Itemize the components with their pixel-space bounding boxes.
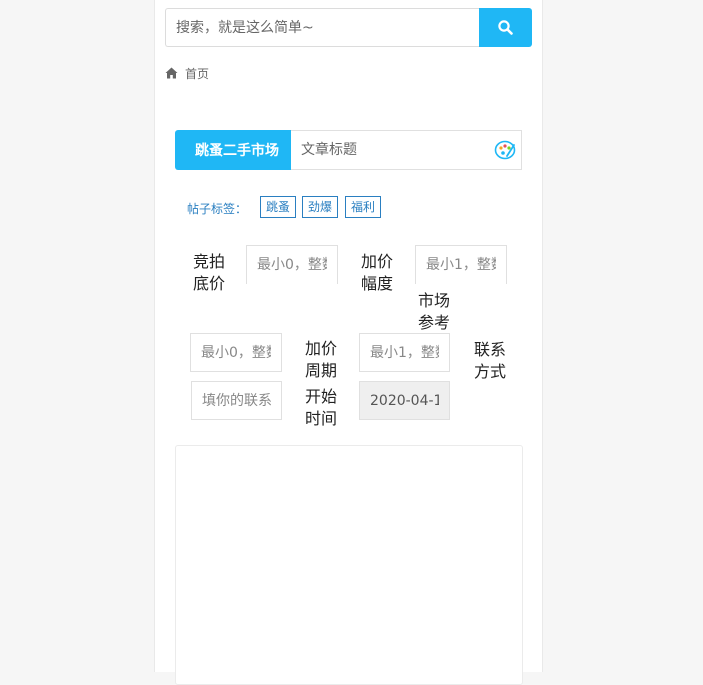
- market-ref-input[interactable]: [190, 333, 282, 372]
- content-editor[interactable]: [175, 445, 523, 685]
- increment-label: 加价幅度: [361, 252, 394, 293]
- increment-input[interactable]: [415, 245, 507, 284]
- period-input[interactable]: [359, 333, 450, 372]
- tags-label: 帖子标签：: [187, 202, 248, 216]
- palette-icon[interactable]: [494, 140, 516, 160]
- breadcrumb: 首页: [165, 64, 209, 82]
- start-time-label: 开始时间: [305, 387, 338, 428]
- start-time-input[interactable]: [359, 381, 450, 420]
- contact-label: 联系方式: [474, 340, 507, 381]
- period-label: 加价周期: [305, 339, 338, 380]
- contact-input[interactable]: [191, 381, 282, 420]
- search-button[interactable]: [479, 8, 532, 47]
- home-icon: [165, 67, 178, 79]
- start-price-input[interactable]: [246, 245, 338, 284]
- tag-item[interactable]: 跳蚤: [260, 196, 297, 218]
- market-ref-label: 市场参考: [418, 291, 451, 332]
- category-button[interactable]: 跳蚤二手市场: [175, 130, 291, 170]
- tag-item[interactable]: 劲爆: [302, 196, 339, 218]
- breadcrumb-home-link[interactable]: 首页: [185, 65, 209, 82]
- post-title-input[interactable]: [291, 130, 522, 170]
- tag-item[interactable]: 福利: [345, 196, 382, 218]
- search-icon: [498, 20, 513, 35]
- start-price-label: 竞拍底价: [193, 252, 226, 293]
- search-input[interactable]: [165, 8, 479, 47]
